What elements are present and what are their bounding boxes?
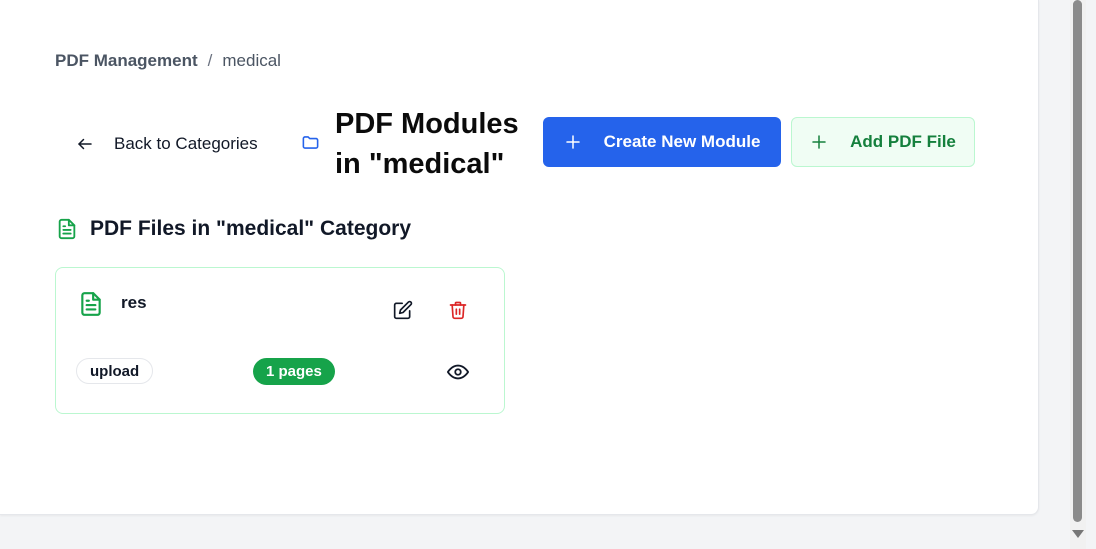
add-pdf-file-button[interactable]: Add PDF File	[791, 117, 975, 167]
file-text-icon	[56, 216, 78, 242]
scroll-down-arrow-icon[interactable]	[1072, 530, 1084, 538]
back-button-label: Back to Categories	[114, 134, 258, 153]
edit-icon[interactable]	[393, 300, 415, 322]
scrollbar-thumb[interactable]	[1073, 0, 1082, 522]
page-count-badge: 1 pages	[253, 358, 335, 385]
arrow-left-icon	[76, 135, 94, 153]
pdf-file-card: res upload 1 pages	[55, 267, 505, 414]
section-heading-label: PDF Files in "medical" Category	[90, 217, 411, 240]
page-title: PDF Modules in "medical"	[335, 108, 519, 180]
vertical-scrollbar[interactable]	[1070, 0, 1086, 549]
page-container: PDF Management / medical Back to Categor…	[0, 0, 1039, 515]
breadcrumb: PDF Management / medical	[55, 50, 281, 72]
trash-icon[interactable]	[448, 300, 470, 322]
back-to-categories-button[interactable]: Back to Categories	[62, 124, 272, 164]
create-new-module-button[interactable]: Create New Module	[543, 117, 781, 167]
add-button-label: Add PDF File	[850, 132, 956, 151]
create-button-label: Create New Module	[603, 132, 761, 151]
file-text-icon	[78, 289, 104, 319]
breadcrumb-separator: /	[207, 51, 213, 70]
breadcrumb-current: medical	[222, 51, 281, 70]
eye-icon[interactable]	[447, 361, 469, 383]
source-badge: upload	[76, 358, 154, 384]
breadcrumb-root-link[interactable]: PDF Management	[55, 51, 198, 71]
folder-icon	[301, 133, 320, 152]
plus-icon	[564, 133, 582, 151]
plus-icon	[810, 133, 828, 151]
file-name: res	[121, 293, 147, 312]
section-heading: PDF Files in "medical" Category	[56, 216, 411, 242]
